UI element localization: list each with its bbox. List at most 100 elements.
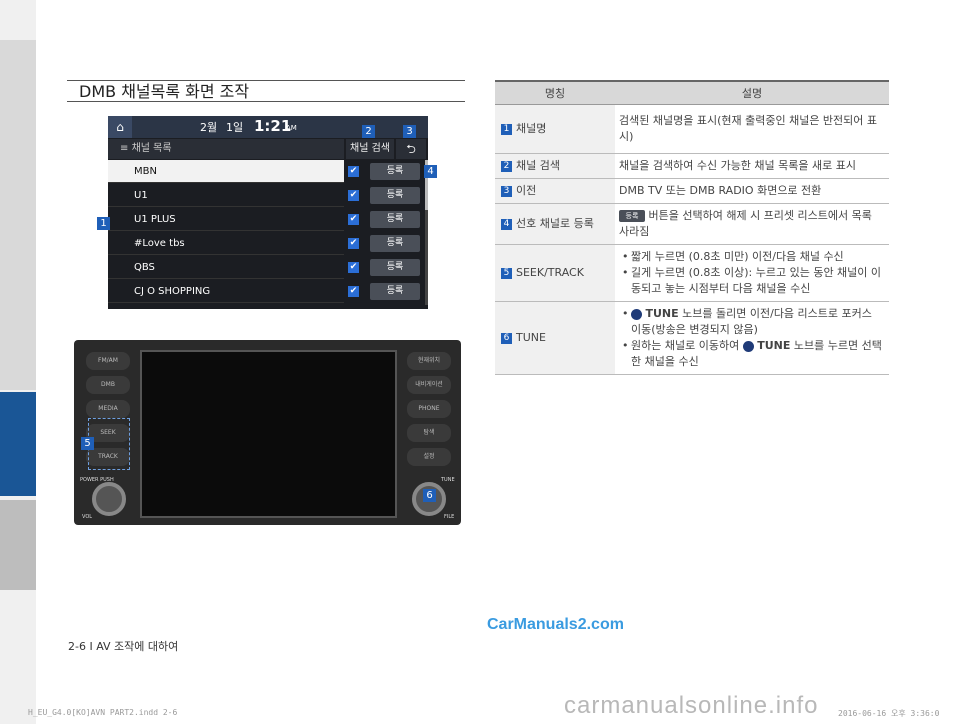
register-button[interactable]: 등록 bbox=[370, 211, 420, 228]
tune-word: TUNE bbox=[757, 339, 791, 352]
page-edge-tab-bar bbox=[0, 0, 36, 724]
bullet-text: 원하는 채널로 이동하여 bbox=[631, 339, 740, 352]
header-description: 설명 bbox=[615, 80, 889, 105]
row-name-cell: 3 이전 bbox=[495, 178, 615, 204]
row-name-cell: 6 TUNE bbox=[495, 301, 615, 375]
status-bar: ⌂ 2월 1일 1:21 AM bbox=[108, 116, 428, 138]
section-title: DMB 채널목록 화면 조작 bbox=[67, 80, 465, 102]
channel-row[interactable]: #Love tbs ✔ 등록 bbox=[108, 232, 424, 256]
register-button[interactable]: 등록 bbox=[370, 259, 420, 276]
row-number: 6 bbox=[501, 332, 512, 344]
callout-3: 3 bbox=[403, 125, 416, 138]
tune-knob-icon bbox=[631, 308, 642, 320]
setup-button[interactable]: 설정 bbox=[407, 448, 451, 466]
back-icon[interactable]: ⮌ bbox=[396, 139, 426, 159]
callout-1: 1 bbox=[97, 217, 110, 230]
row-name-cell: 1 채널명 bbox=[495, 104, 615, 154]
dmb-channel-list-screen: ⌂ 2월 1일 1:21 AM ≡ 채널 목록 채널 검색 ⮌ MBN ✔ 등록… bbox=[108, 116, 428, 309]
channel-row[interactable]: U1 ✔ 등록 bbox=[108, 184, 424, 208]
row-name: SEEK/TRACK bbox=[516, 266, 584, 279]
row-name: 채널명 bbox=[516, 122, 547, 135]
header-name: 명칭 bbox=[495, 80, 615, 105]
bullet-item: 짧게 누르면 (0.8초 미만) 이전/다음 채널 수신 bbox=[622, 249, 883, 265]
watermark-footer: carmanualsonline.info bbox=[564, 692, 819, 719]
row-description: 채널을 검색하여 수신 가능한 채널 목록을 새로 표시 bbox=[615, 153, 889, 179]
table-row: 2 채널 검색 채널을 검색하여 수신 가능한 채널 목록을 새로 표시 bbox=[495, 153, 889, 179]
channel-name[interactable]: MBN bbox=[108, 160, 344, 183]
bullet-list: 짧게 누르면 (0.8초 미만) 이전/다음 채널 수신 길게 누르면 (0.8… bbox=[619, 249, 883, 297]
power-volume-knob[interactable] bbox=[92, 482, 126, 516]
row-description: DMB TV 또는 DMB RADIO 화면으로 전환 bbox=[615, 178, 889, 204]
edge-tab-gray bbox=[0, 40, 36, 390]
description-table: 명칭 설명 1 채널명 검색된 채널명을 표시(현재 출력중인 채널은 반전되어 … bbox=[495, 80, 889, 375]
page-footer: 2-6 I AV 조작에 대하여 bbox=[68, 640, 179, 653]
check-icon: ✔ bbox=[348, 286, 359, 297]
row-name: 선호 채널로 등록 bbox=[516, 217, 594, 230]
callout-6: 6 bbox=[423, 489, 436, 502]
table-row: 5 SEEK/TRACK 짧게 누르면 (0.8초 미만) 이전/다음 채널 수신… bbox=[495, 244, 889, 302]
row-name: TUNE bbox=[516, 331, 546, 344]
day-label: 1일 bbox=[226, 121, 244, 134]
search-button[interactable]: 탐색 bbox=[407, 424, 451, 442]
channel-row[interactable]: MBN ✔ 등록 bbox=[108, 160, 424, 184]
register-button[interactable]: 등록 bbox=[370, 163, 420, 180]
print-date: 2016-06-16 오후 3:36:0 bbox=[838, 709, 940, 718]
channel-search-button[interactable]: 채널 검색 bbox=[346, 139, 394, 159]
edge-tab-light bbox=[0, 500, 36, 590]
dmb-button[interactable]: DMB bbox=[86, 376, 130, 394]
row-description-cell: 등록 버튼을 선택하여 해제 시 프리셋 리스트에서 목록 사라짐 bbox=[615, 203, 889, 245]
channel-row[interactable]: U1 PLUS ✔ 등록 bbox=[108, 208, 424, 232]
clock-ampm: AM bbox=[286, 124, 297, 132]
file-label: FILE bbox=[444, 514, 455, 520]
row-number: 3 bbox=[501, 185, 512, 197]
phone-button[interactable]: PHONE bbox=[407, 400, 451, 418]
print-info: H_EU_G4.0[KO]AVN PART2.indd 2-6 bbox=[28, 708, 178, 717]
table-header-row: 명칭 설명 bbox=[495, 80, 889, 105]
edge-tab-active bbox=[0, 392, 36, 496]
navi-button[interactable]: 내비게이션 bbox=[407, 376, 451, 394]
row-description: 버튼을 선택하여 해제 시 프리셋 리스트에서 목록 사라짐 bbox=[619, 209, 872, 238]
check-icon: ✔ bbox=[348, 238, 359, 249]
channel-name[interactable]: U1 PLUS bbox=[108, 208, 344, 231]
register-button[interactable]: 등록 bbox=[370, 235, 420, 252]
channel-name[interactable]: #Love tbs bbox=[108, 232, 344, 255]
row-name-cell: 2 채널 검색 bbox=[495, 153, 615, 179]
row-name-cell: 5 SEEK/TRACK bbox=[495, 244, 615, 302]
check-icon: ✔ bbox=[348, 166, 359, 177]
callout-5: 5 bbox=[81, 437, 94, 450]
map-button[interactable]: 현재위치 bbox=[407, 352, 451, 370]
callout-2: 2 bbox=[362, 125, 375, 138]
seek-track-highlight bbox=[88, 418, 130, 470]
channel-name[interactable]: U1 bbox=[108, 184, 344, 207]
register-button[interactable]: 등록 bbox=[370, 283, 420, 300]
channel-name[interactable]: QBS bbox=[108, 256, 344, 279]
channel-name[interactable]: CJ O SHOPPING bbox=[108, 280, 344, 303]
row-name-cell: 4 선호 채널로 등록 bbox=[495, 203, 615, 245]
table-row: 6 TUNE TUNE 노브를 돌리면 이전/다음 리스트로 포커스 이동(방송은… bbox=[495, 301, 889, 375]
row-name: 이전 bbox=[516, 184, 537, 197]
row-description-cell: 짧게 누르면 (0.8초 미만) 이전/다음 채널 수신 길게 누르면 (0.8… bbox=[615, 244, 889, 302]
row-number: 1 bbox=[501, 123, 512, 135]
callout-4: 4 bbox=[424, 165, 437, 178]
watermark-logo: CarManuals2.com bbox=[487, 616, 624, 633]
row-description: 검색된 채널명을 표시(현재 출력중인 채널은 반전되어 표시) bbox=[615, 104, 889, 154]
media-button[interactable]: MEDIA bbox=[86, 400, 130, 418]
channel-row[interactable]: CJ O SHOPPING ✔ 등록 bbox=[108, 280, 424, 304]
channel-list-header: ≡ 채널 목록 bbox=[108, 139, 344, 159]
table-row: 3 이전 DMB TV 또는 DMB RADIO 화면으로 전환 bbox=[495, 178, 889, 204]
register-icon: 등록 bbox=[619, 210, 645, 222]
channel-row[interactable]: QBS ✔ 등록 bbox=[108, 256, 424, 280]
bullet-list: TUNE 노브를 돌리면 이전/다음 리스트로 포커스 이동(방송은 변경되지 … bbox=[619, 306, 883, 370]
row-number: 5 bbox=[501, 267, 512, 279]
bullet-item: 원하는 채널로 이동하여 TUNE 노브를 누르면 선택한 채널을 수신 bbox=[622, 338, 883, 370]
head-unit-display bbox=[140, 350, 397, 518]
row-name: 채널 검색 bbox=[516, 159, 560, 172]
tune-label: TUNE bbox=[441, 477, 455, 483]
home-icon[interactable]: ⌂ bbox=[108, 116, 132, 138]
fm-am-button[interactable]: FM/AM bbox=[86, 352, 130, 370]
tune-knob-icon bbox=[742, 340, 754, 352]
month-label: 2월 bbox=[200, 121, 218, 134]
power-label: POWER PUSH bbox=[80, 477, 114, 483]
table-row: 1 채널명 검색된 채널명을 표시(현재 출력중인 채널은 반전되어 표시) bbox=[495, 104, 889, 154]
register-button[interactable]: 등록 bbox=[370, 187, 420, 204]
